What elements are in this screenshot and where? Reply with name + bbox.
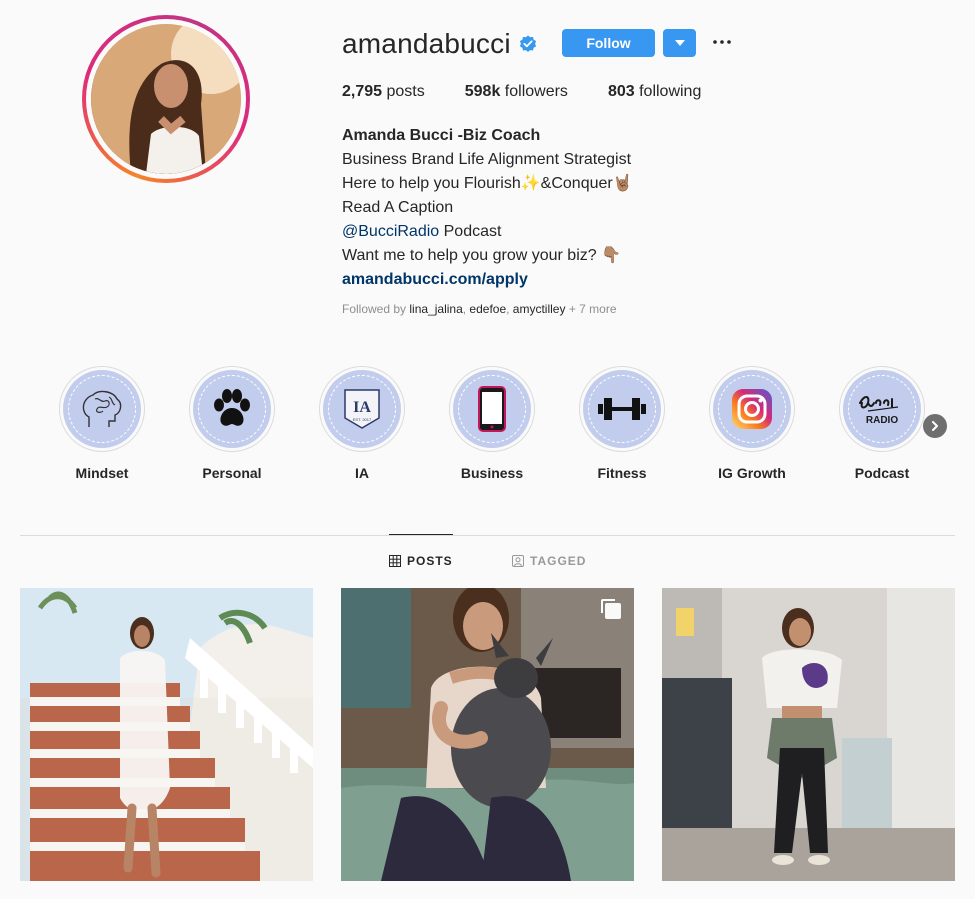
followed-by-user: lina_jalina <box>409 302 463 316</box>
followed-by-prefix: Followed by <box>342 302 410 316</box>
followers-count: 598k <box>464 83 501 100</box>
following-label: following <box>639 83 702 100</box>
post-image-outfit <box>662 588 955 881</box>
bio-website-link[interactable]: amandabucci.com/apply <box>342 268 633 292</box>
follow-button[interactable]: Follow <box>562 29 655 57</box>
highlight-label: IG Growth <box>718 465 786 481</box>
highlight-ring <box>709 366 795 452</box>
bio-mention-link[interactable]: @BucciRadio <box>342 223 439 240</box>
active-tab-indicator <box>389 534 453 535</box>
username: amandabucci <box>342 28 511 59</box>
highlight-cover: IA EST. 2017 <box>323 370 401 448</box>
chevron-right-icon <box>932 421 938 431</box>
profile-avatar[interactable] <box>82 15 250 183</box>
phone-icon <box>478 386 506 432</box>
paw-icon <box>214 389 250 426</box>
followed-by-suffix: + 7 more <box>565 302 617 316</box>
avatar-illustration <box>91 24 241 174</box>
highlights-next-button[interactable] <box>923 414 947 438</box>
highlight-cover <box>713 370 791 448</box>
bucci-radio-icon: RADIO <box>859 396 898 426</box>
highlight-label: Mindset <box>75 465 129 481</box>
bio-line: @BucciRadio Podcast <box>342 220 633 244</box>
highlight-label: IA <box>355 465 369 481</box>
bio-line: Here to help you Flourish✨&Conquer🤘🏽 <box>342 175 633 192</box>
profile-bio: Amanda Bucci -Biz Coach Business Brand L… <box>342 124 633 292</box>
highlight-personal[interactable]: Personal <box>189 366 275 481</box>
highlight-ring: IA EST. 2017 <box>319 366 405 452</box>
tab-posts[interactable]: POSTS <box>389 554 453 568</box>
bio-line: Read A Caption <box>342 199 454 216</box>
bio-line: Business Brand Life Alignment Strategist <box>342 151 632 168</box>
caret-down-icon <box>674 40 685 46</box>
highlight-cover <box>583 370 661 448</box>
profile-stats: 2,795 posts 598k followers 803 following <box>342 83 741 101</box>
story-highlights: Mindset Personal IA EST. 2017 IA Busines… <box>59 366 959 486</box>
bio-line: Want me to help you grow your biz? 👇🏽 <box>342 247 622 264</box>
post-image-stairs <box>20 588 313 881</box>
highlight-mindset[interactable]: Mindset <box>59 366 145 481</box>
highlight-ring <box>579 366 665 452</box>
highlight-cover <box>453 370 531 448</box>
followers-stat[interactable]: 598k followers <box>465 83 568 101</box>
highlight-cover: RADIO <box>843 370 921 448</box>
highlight-business[interactable]: Business <box>449 366 535 481</box>
highlight-ring <box>59 366 145 452</box>
following-stat[interactable]: 803 following <box>608 83 701 101</box>
dumbbell-icon <box>598 398 646 420</box>
full-name: Amanda Bucci -Biz Coach <box>342 127 541 144</box>
post-thumbnail[interactable] <box>662 588 955 881</box>
tabs-divider <box>20 535 955 536</box>
tab-tagged[interactable]: TAGGED <box>512 554 586 568</box>
ia-badge-icon: IA EST. 2017 <box>344 389 380 429</box>
highlight-ia[interactable]: IA EST. 2017 IA <box>319 366 405 481</box>
tab-tagged-label: TAGGED <box>530 554 587 568</box>
followed-by-separator: , <box>506 302 513 316</box>
grid-icon <box>389 555 401 567</box>
post-image-dog <box>341 588 634 881</box>
username-row: amandabucci <box>342 26 537 62</box>
svg-text:EST. 2017: EST. 2017 <box>353 417 372 422</box>
highlight-podcast[interactable]: RADIO Podcast <box>839 366 925 481</box>
highlight-ring <box>449 366 535 452</box>
highlight-label: Podcast <box>854 465 910 481</box>
highlight-fitness[interactable]: Fitness <box>579 366 665 481</box>
highlight-label: Fitness <box>597 465 647 481</box>
svg-text:RADIO: RADIO <box>866 415 898 426</box>
posts-stat: 2,795 posts <box>342 83 425 101</box>
svg-text:IA: IA <box>353 399 371 416</box>
avatar-inner-ring <box>86 19 246 179</box>
post-thumbnail[interactable] <box>20 588 313 881</box>
verified-badge-icon <box>519 35 537 53</box>
more-options-button[interactable] <box>710 30 734 54</box>
multiple-photos-icon <box>600 598 622 625</box>
followers-label: followers <box>504 83 568 100</box>
highlight-cover <box>63 370 141 448</box>
tagged-icon <box>512 555 524 567</box>
highlight-cover <box>193 370 271 448</box>
highlight-label: Personal <box>202 465 262 481</box>
followed-by-user: edefoe <box>469 302 507 316</box>
brain-icon <box>82 390 122 427</box>
posts-label: posts <box>386 83 425 100</box>
highlight-ig-growth[interactable]: IG Growth <box>709 366 795 481</box>
following-count: 803 <box>607 83 635 100</box>
bio-line-text: Podcast <box>439 223 502 240</box>
post-thumbnail[interactable] <box>341 588 634 881</box>
highlight-label: Business <box>460 465 524 481</box>
followed-by-user: amyctilley <box>512 302 566 316</box>
tab-posts-label: POSTS <box>407 554 453 568</box>
instagram-icon <box>732 389 772 429</box>
avatar-photo <box>91 24 241 174</box>
followed-by[interactable]: Followed by lina_jalina, edefoe, amyctil… <box>342 302 617 316</box>
posts-count: 2,795 <box>342 83 383 100</box>
ellipsis-icon <box>713 40 731 44</box>
highlight-ring <box>189 366 275 452</box>
highlight-ring: RADIO <box>839 366 925 452</box>
suggested-dropdown-button[interactable] <box>663 29 696 57</box>
